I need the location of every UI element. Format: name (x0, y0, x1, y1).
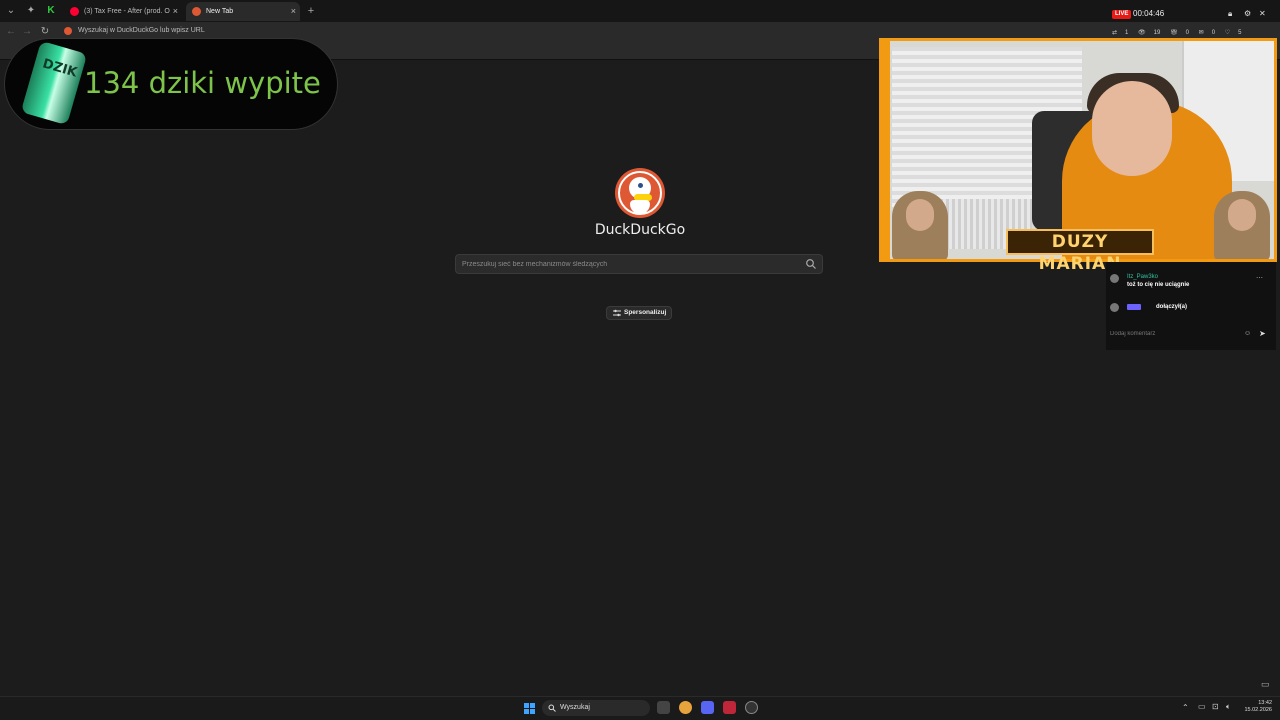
chat-username[interactable]: Itz_Paw3ko (1127, 274, 1158, 280)
lock-icon[interactable]: 🔒︎ (1228, 9, 1232, 19)
taskbar-search[interactable]: Wyszukaj (542, 700, 650, 716)
app-icon[interactable] (723, 701, 736, 714)
forward-icon[interactable]: → (20, 25, 34, 39)
comments-icon: ✉ (1198, 30, 1204, 36)
duckduckgo-logo (615, 168, 665, 218)
settings-icon[interactable] (745, 701, 758, 714)
join-text: dołączył(a) (1156, 304, 1188, 310)
search-box[interactable] (455, 254, 823, 274)
extension-icon[interactable]: ✦ (24, 4, 38, 18)
tray-chevron-icon[interactable]: ⌃ (1182, 703, 1189, 712)
brand-name: DuckDuckGo (594, 222, 686, 238)
personalize-label: Spersonalizuj (624, 309, 667, 316)
gifts-count: 0 (1185, 30, 1189, 36)
tab-search-icon[interactable]: ⌄ (4, 4, 18, 18)
emoji-icon[interactable]: ☺ (1244, 330, 1251, 337)
tab-new-tab[interactable]: New Tab × (186, 2, 300, 21)
new-tab-button[interactable]: + (304, 4, 318, 18)
viewers-icon: 👁︎ (1138, 30, 1146, 36)
user-badge (1127, 304, 1141, 310)
duckduckgo-favicon-icon (192, 7, 201, 16)
can-label: DZIK (40, 56, 79, 81)
settings-icon[interactable]: ⚙ (1244, 9, 1251, 18)
chat-panel: Itz_Paw3ko toż to cię nie uciągnie ⋯ doł… (1106, 262, 1276, 350)
network-icon[interactable]: ⊡ (1212, 702, 1219, 711)
personalize-button[interactable]: Spersonalizuj (606, 306, 672, 320)
comments-count: 0 (1211, 30, 1216, 36)
likes-count: 5 (1238, 30, 1242, 36)
back-icon[interactable]: ← (4, 25, 18, 39)
live-timer: 00:04:46 (1133, 9, 1165, 18)
discord-icon[interactable] (701, 701, 714, 714)
youtube-icon (70, 7, 79, 16)
avatar (1110, 274, 1119, 283)
clock-date: 15.02.2026 (1244, 707, 1272, 713)
close-tab-icon[interactable]: × (173, 2, 178, 21)
search-icon (548, 704, 556, 712)
duckduckgo-icon (64, 27, 72, 35)
drink-counter-text: 134 dziki wypite (84, 66, 321, 100)
sliders-icon (613, 309, 621, 317)
address-bar[interactable]: Wyszukaj w DuckDuckGo lub wpisz URL (58, 24, 878, 38)
likes-icon: ♡ (1224, 30, 1231, 36)
taskbar-search-label: Wyszukaj (560, 704, 590, 711)
streamer-name-banner: DUZY MARIAN (1006, 229, 1154, 274)
send-icon[interactable]: ➤ (1259, 329, 1266, 338)
more-options-icon[interactable]: ⋯ (1256, 274, 1263, 282)
live-badge: LIVE (1112, 10, 1132, 19)
file-explorer-icon[interactable] (657, 701, 670, 714)
search-input[interactable] (462, 257, 792, 272)
battery-icon[interactable]: ▭ (1198, 702, 1206, 711)
address-placeholder: Wyszukaj w DuckDuckGo lub wpisz URL (78, 27, 205, 34)
tab-label: New Tab (206, 8, 234, 15)
shares-count: 1 (1125, 30, 1129, 36)
close-icon[interactable]: ✕ (1259, 9, 1266, 18)
avatar (1110, 303, 1119, 312)
viewers-count: 19 (1153, 30, 1161, 36)
tab-label: (3) Tax Free - After (prod. O (84, 8, 170, 15)
browser-icon[interactable] (679, 701, 692, 714)
volume-icon[interactable]: 🔈︎ (1226, 702, 1231, 712)
notification-icon[interactable]: ▭ (1261, 679, 1270, 690)
windows-start-icon[interactable] (524, 703, 535, 714)
system-clock[interactable]: 13:42 15.02.2026 (1240, 700, 1272, 714)
shares-icon: ⇄ (1112, 30, 1118, 36)
comment-input[interactable] (1110, 328, 1244, 340)
chat-text: toż to cię nie uciągnie (1127, 282, 1190, 288)
close-tab-icon[interactable]: × (291, 2, 296, 21)
kick-icon[interactable]: K (44, 4, 58, 18)
tab-tax-free[interactable]: (3) Tax Free - After (prod. O × (64, 2, 182, 21)
search-icon[interactable] (805, 258, 817, 270)
gifts-icon: 🎁︎ (1170, 30, 1178, 36)
reload-icon[interactable]: ↻ (38, 25, 52, 39)
clock-time: 13:42 (1258, 700, 1272, 706)
